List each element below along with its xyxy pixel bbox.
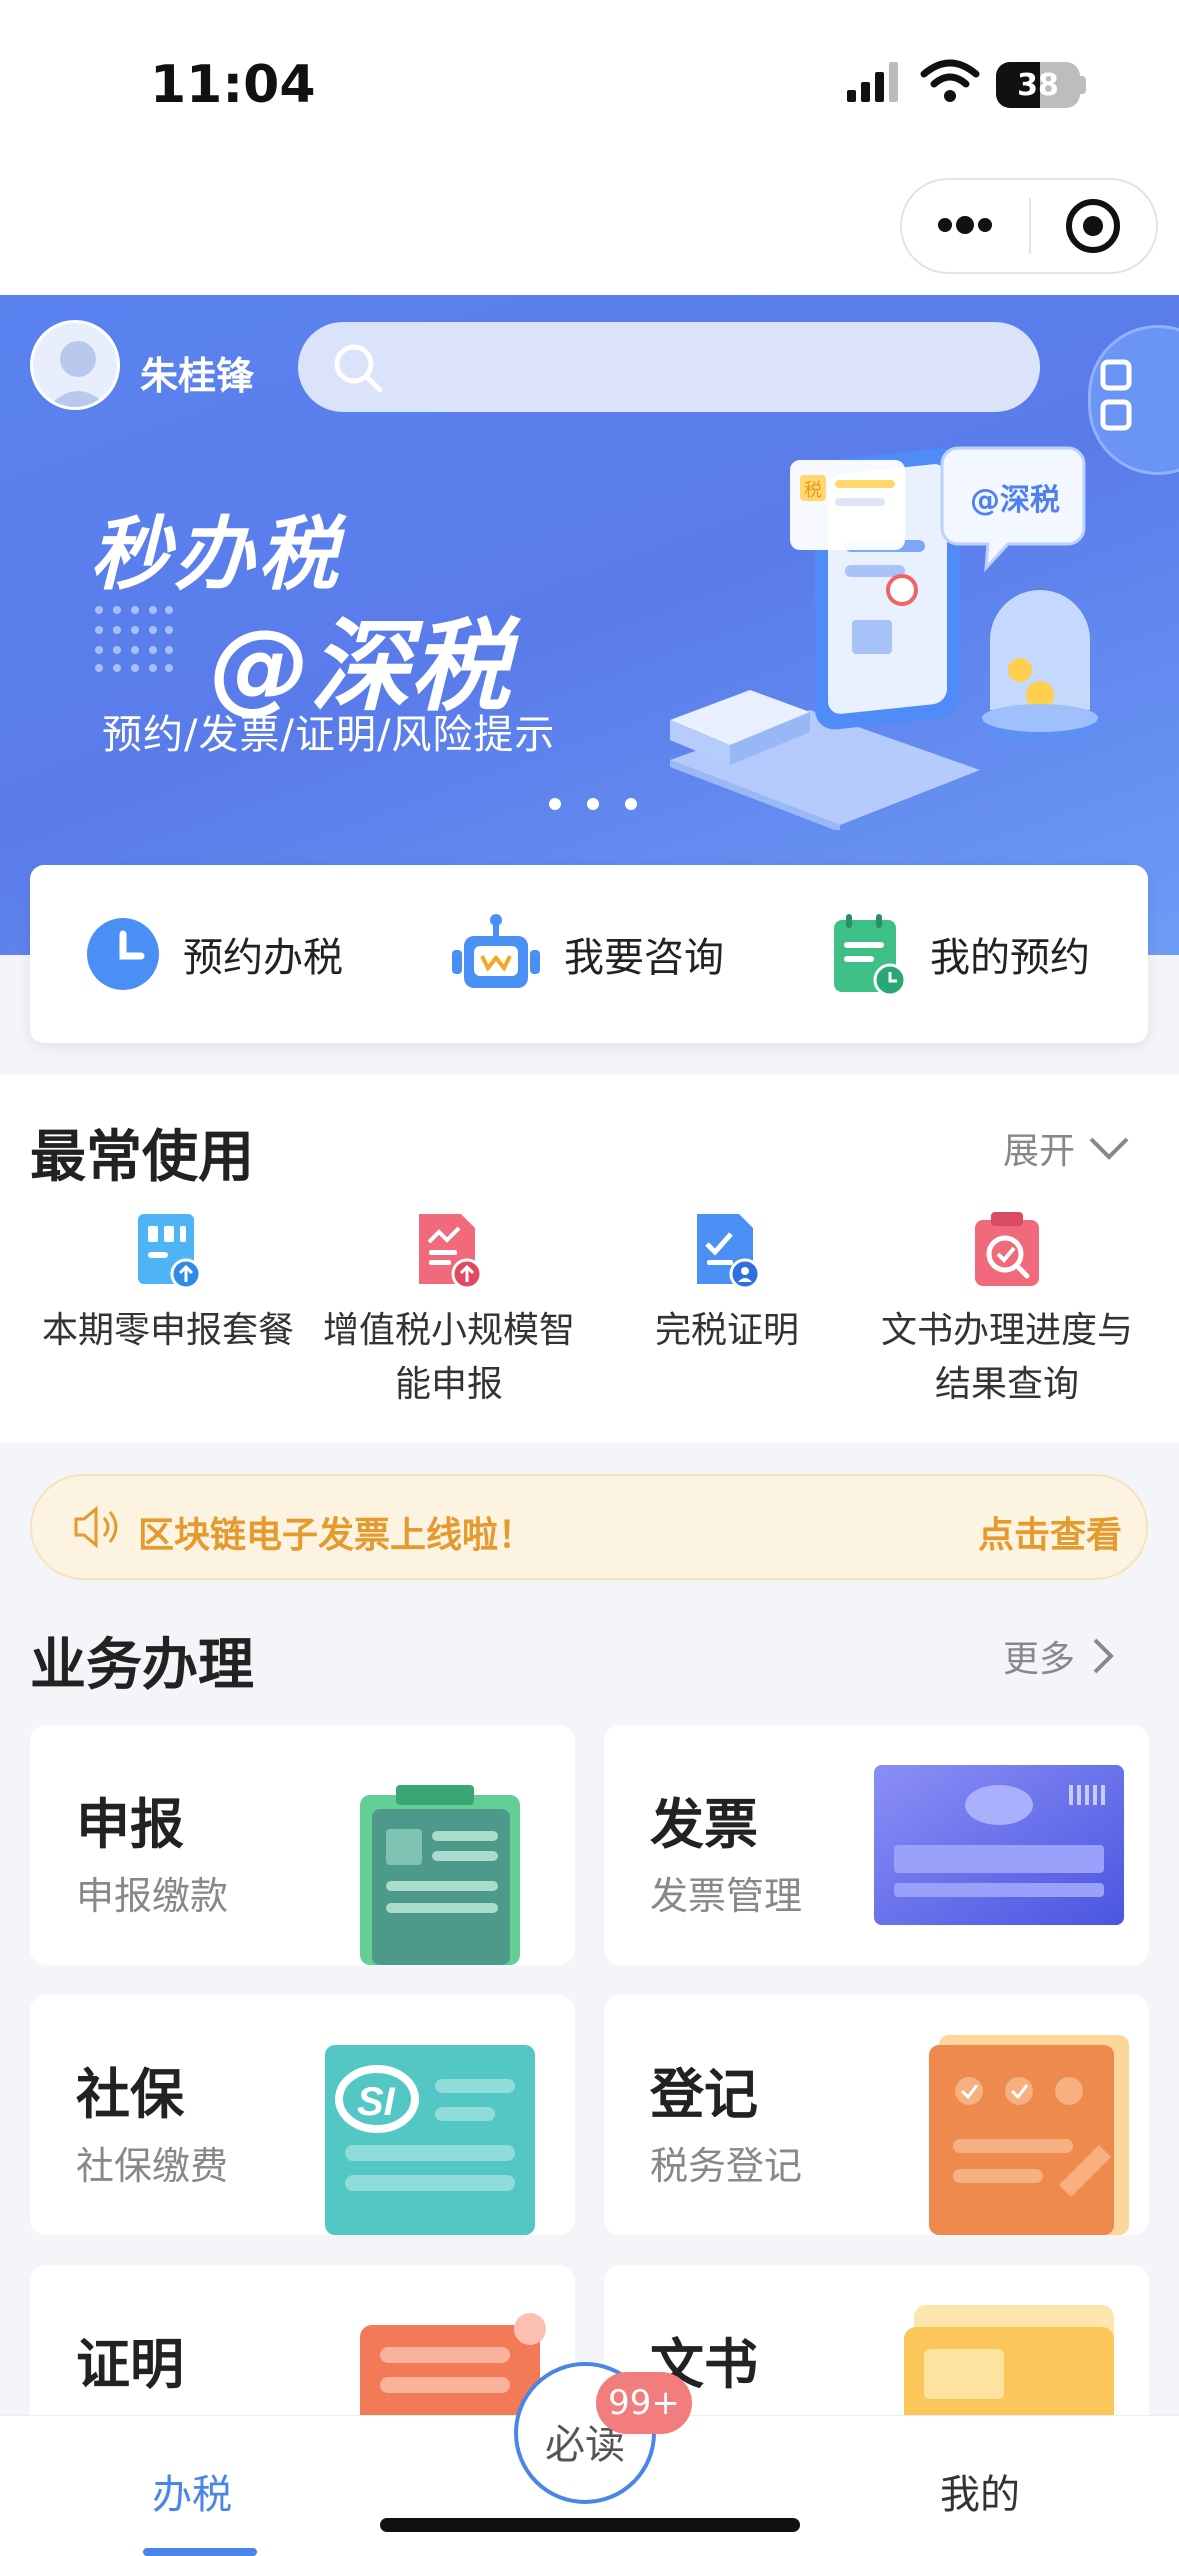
banner-subtitle: 预约/发票/证明/风险提示: [102, 712, 556, 758]
quick-action-label: 预约办税: [183, 935, 343, 981]
business-title: 业务办理: [30, 1633, 254, 1698]
most-used-label: 增值税小规模智能申报: [322, 1310, 575, 1405]
status-time: 11:04: [150, 55, 316, 115]
quick-action-label: 我的预约: [930, 935, 1090, 981]
quick-action-appointment[interactable]: 预约办税: [85, 865, 343, 1043]
most-used-label: 完税证明: [654, 1310, 799, 1351]
banner-pagination: [549, 798, 637, 810]
username: 朱桂锋: [140, 354, 255, 398]
quick-action-my-appointments[interactable]: 我的预约: [830, 865, 1090, 1043]
invoice-illustration: [874, 1765, 1124, 1925]
quick-actions-card: 预约办税 我要咨询 我的预约: [30, 865, 1148, 1043]
signal-icon: [847, 62, 898, 102]
search-icon[interactable]: [330, 340, 386, 396]
registration-illustration: [929, 2035, 1129, 2235]
active-tab-indicator: [143, 2548, 257, 2556]
card-title: 申报: [76, 1793, 184, 1856]
most-used-item[interactable]: 文书办理进度与结果查询: [872, 1210, 1142, 1412]
most-used-title: 最常使用: [30, 1125, 254, 1190]
svg-text:SI: SI: [357, 2080, 396, 2124]
more-dots-icon[interactable]: [935, 210, 995, 240]
notice-view-link[interactable]: 点击查看: [978, 1506, 1122, 1558]
doc-tag: 税: [804, 480, 822, 501]
battery-icon: 38: [996, 62, 1080, 108]
more-label: 更多: [1003, 1639, 1076, 1680]
certificate-icon: [697, 1214, 761, 1290]
chevron-down-icon: [1089, 1137, 1129, 1160]
most-used-item[interactable]: 完税证明: [592, 1210, 862, 1358]
speaker-icon: [74, 1505, 118, 1549]
business-card-registration[interactable]: 登记 税务登记: [604, 1995, 1149, 2235]
card-subtitle: 申报缴款: [76, 1874, 229, 1918]
receipt-upload-icon: [138, 1214, 202, 1290]
quick-action-label: 我要咨询: [564, 935, 724, 981]
expand-button[interactable]: 展开: [1003, 1122, 1131, 1174]
bubble-text: @深税: [970, 483, 1060, 518]
decor-dot-grid: [95, 606, 173, 672]
most-used-label: 文书办理进度与结果查询: [880, 1310, 1133, 1405]
home-indicator: [380, 2518, 800, 2532]
notice-text: 区块链电子发票上线啦！: [138, 1515, 535, 1556]
tab-tax[interactable]: 办税: [152, 2462, 232, 2520]
unread-badge: 99+: [596, 2372, 692, 2434]
robot-icon: [452, 914, 540, 988]
chart-doc-icon: [419, 1214, 483, 1290]
most-used-label: 本期零申报套餐: [41, 1310, 294, 1351]
card-title: 证明: [76, 2333, 184, 2396]
card-title: 登记: [650, 2063, 758, 2126]
more-button[interactable]: 更多: [1003, 1630, 1117, 1682]
grid-icon: [1100, 359, 1132, 431]
business-card-social-security[interactable]: 社保 社保缴费 SI: [30, 1995, 575, 2235]
close-miniprogram-icon[interactable]: [1063, 196, 1123, 256]
tab-mine[interactable]: 我的: [940, 2462, 1020, 2520]
expand-label: 展开: [1003, 1131, 1076, 1172]
avatar[interactable]: [30, 320, 120, 410]
calendar-icon: [834, 914, 907, 996]
business-card-declare[interactable]: 申报 申报缴款: [30, 1725, 575, 1965]
battery-level: 38: [1017, 68, 1059, 103]
card-title: 社保: [76, 2063, 184, 2126]
most-used-item[interactable]: 本期零申报套餐: [33, 1210, 303, 1358]
card-title: 发票: [650, 1793, 758, 1856]
search-input[interactable]: [298, 322, 1040, 412]
card-subtitle: 税务登记: [650, 2144, 803, 2188]
declare-illustration: [360, 1785, 520, 1965]
quick-action-consult[interactable]: 我要咨询: [450, 865, 724, 1043]
social-security-illustration: SI: [325, 2045, 535, 2235]
clock-icon: [87, 918, 159, 990]
most-used-item[interactable]: 增值税小规模智能申报: [314, 1210, 584, 1412]
card-subtitle: 发票管理: [650, 1874, 803, 1918]
chevron-right-icon: [1093, 1638, 1114, 1674]
business-card-invoice[interactable]: 发票 发票管理: [604, 1725, 1149, 1965]
wifi-icon: [920, 59, 980, 102]
phone-illustration: 税 @深税: [670, 446, 1100, 830]
clipboard-check-icon: [975, 1212, 1039, 1286]
card-subtitle: 社保缴费: [76, 2144, 229, 2188]
